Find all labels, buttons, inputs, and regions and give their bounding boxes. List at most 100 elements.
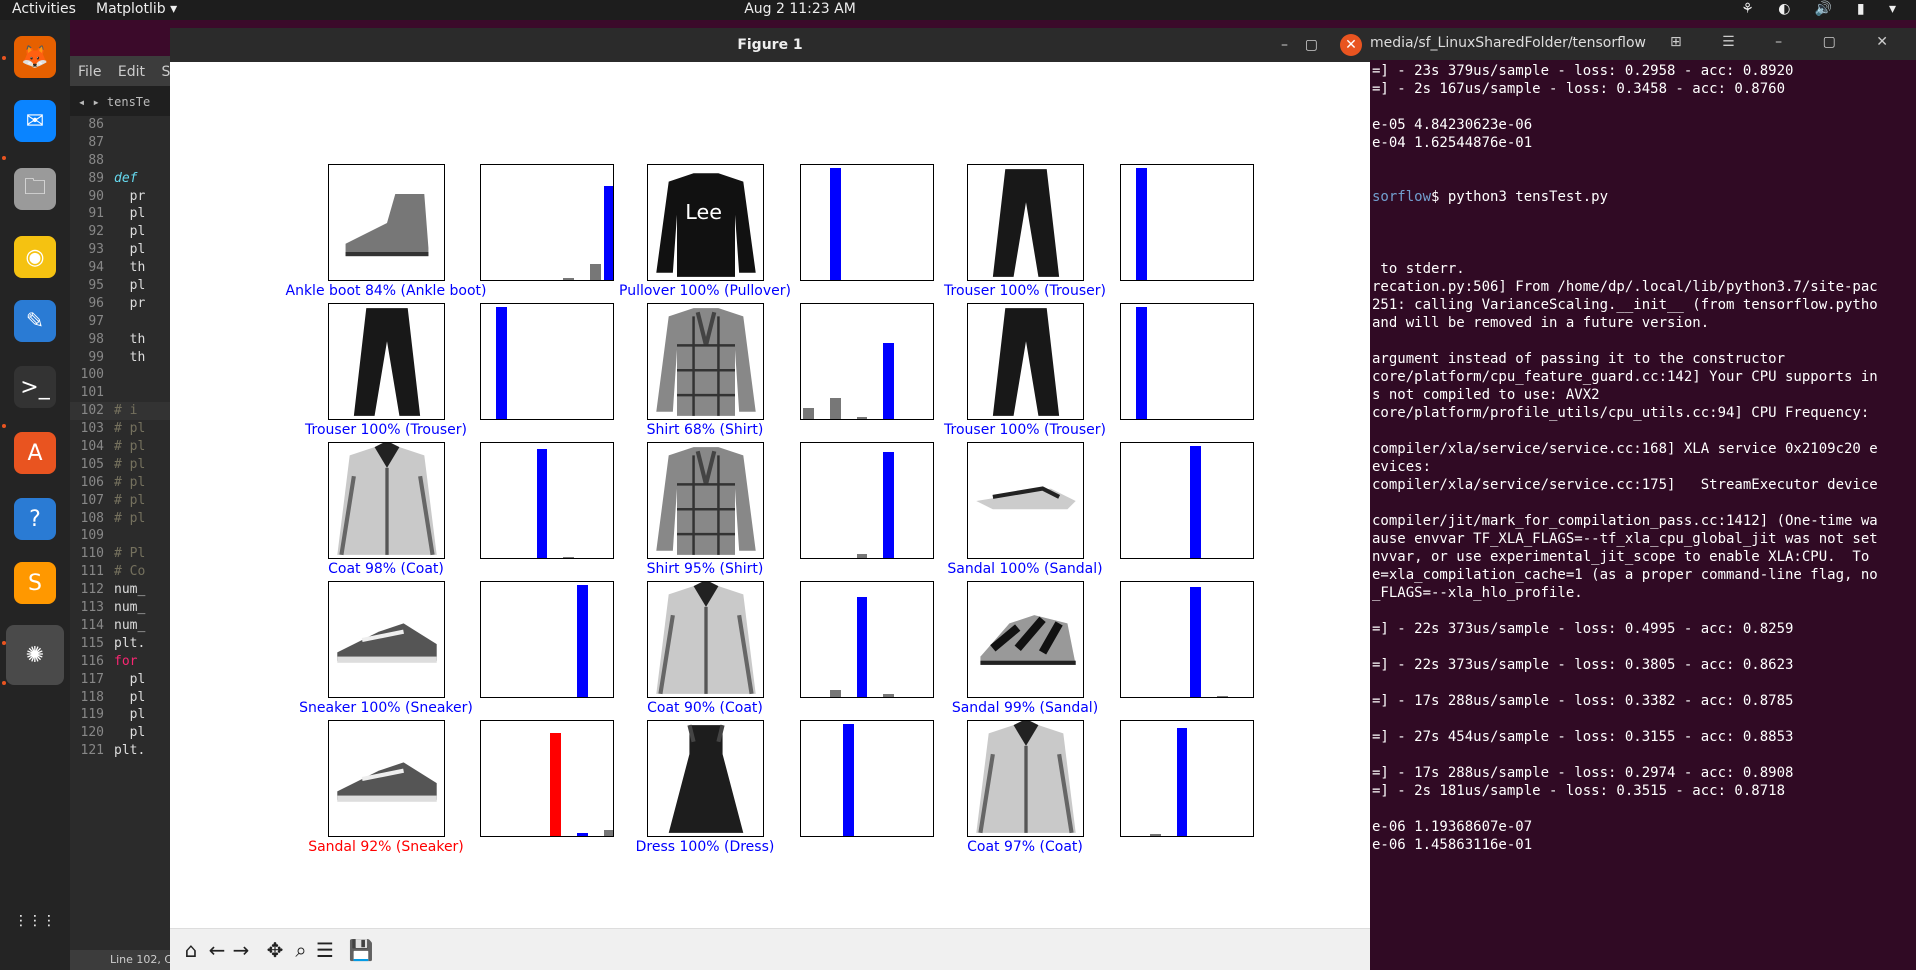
editor-menu[interactable]: File Edit S xyxy=(70,56,174,86)
code-text: # pl xyxy=(114,510,146,526)
clothing-shape xyxy=(656,173,756,277)
save-icon[interactable]: 💾 xyxy=(348,937,374,963)
line-number: 97 xyxy=(88,313,104,329)
code-line: 98 th xyxy=(70,331,174,349)
terminal-line: =] - 2s 167us/sample - loss: 0.3458 - ac… xyxy=(1372,81,1786,97)
back-icon[interactable]: ← xyxy=(204,937,230,963)
line-number: 94 xyxy=(88,260,104,276)
line-number: 103 xyxy=(80,421,104,437)
line-number: 107 xyxy=(80,492,104,508)
editor-tab[interactable]: ◂ ▸ tensTe xyxy=(70,86,174,116)
probability-bar-chart xyxy=(1120,720,1254,837)
probability-bar-chart xyxy=(800,581,934,698)
maximize-button[interactable]: ▢ xyxy=(1305,28,1318,62)
terminal-line: ause envvar TF_XLA_FLAGS=--tf_xla_cpu_gl… xyxy=(1372,531,1878,547)
terminal-window[interactable]: media/sf_LinuxSharedFolder/tensorflow ⊞ … xyxy=(1370,28,1916,970)
terminal-line: to stderr. xyxy=(1372,261,1465,277)
terminal-line: e-06 1.19368607e-07 xyxy=(1372,819,1533,835)
clothing-image xyxy=(656,447,756,555)
help-icon[interactable]: ? xyxy=(14,498,56,540)
line-number: 114 xyxy=(80,617,104,633)
terminal-line: =] - 22s 373us/sample - loss: 0.4995 - a… xyxy=(1372,621,1794,637)
home-icon[interactable]: ⌂ xyxy=(178,937,204,963)
editor-status: Line 102, C xyxy=(70,950,174,970)
code-line: 90 pr xyxy=(70,188,174,206)
rhythmbox-icon[interactable]: ◉ xyxy=(14,236,56,278)
zoom-icon[interactable]: ⌕ xyxy=(288,937,314,963)
code-text: pl xyxy=(114,671,146,687)
clothing-shape xyxy=(668,725,744,833)
code-text: pr xyxy=(114,295,146,311)
editor-window: File Edit S ◂ ▸ tensTe 86 87 88 89 def 90 pr 9… xyxy=(70,56,174,970)
code-area[interactable]: 86 87 88 89 def 90 pr 91 pl 92 pl 93 pl 94 th 95 p… xyxy=(70,116,174,760)
code-text: plt. xyxy=(114,743,146,759)
prediction-label: Ankle boot 84% (Ankle boot) xyxy=(285,283,487,299)
clothing-image xyxy=(980,615,1076,665)
close-button[interactable]: ✕ xyxy=(1340,34,1362,56)
clothing-shape xyxy=(353,308,421,416)
probability-bar xyxy=(1149,833,1161,836)
code-line: 99 th xyxy=(70,349,174,367)
line-number: 105 xyxy=(80,456,104,472)
sample-image xyxy=(328,720,445,837)
subplots-config-icon[interactable]: ☰ xyxy=(312,937,338,963)
writer-icon[interactable]: ✎ xyxy=(14,300,56,342)
probability-bar xyxy=(576,832,588,836)
terminal-line: e=xla_compilation_cache=1 (as a proper c… xyxy=(1372,567,1878,583)
clothing-image: Lee xyxy=(656,173,756,277)
code-line: 116 for xyxy=(70,653,174,671)
line-number: 96 xyxy=(88,295,104,311)
probability-bar xyxy=(1190,586,1201,697)
code-text: plt. xyxy=(114,635,146,651)
code-line: 109 xyxy=(70,527,174,545)
clothing-shape xyxy=(992,308,1060,416)
code-text: th xyxy=(114,331,146,347)
terminal-line: =] - 23s 379us/sample - loss: 0.2958 - a… xyxy=(1372,63,1794,79)
terminal-line: evices: xyxy=(1372,459,1432,475)
running-indicator xyxy=(2,56,6,60)
pan-icon[interactable]: ✥ xyxy=(262,937,288,963)
forward-icon[interactable]: → xyxy=(228,937,254,963)
code-line: 102 # i xyxy=(70,402,174,421)
clothing-image xyxy=(992,308,1060,416)
sample-image xyxy=(647,720,764,837)
thunderbird-icon[interactable]: ✉ xyxy=(14,100,56,142)
clock[interactable]: Aug 2 11:23 AM xyxy=(0,1,1600,17)
probability-bar xyxy=(603,830,613,836)
code-line: 118 pl xyxy=(70,689,174,707)
probability-bar xyxy=(1216,695,1228,697)
line-number: 121 xyxy=(80,743,104,759)
files-icon[interactable]: 🗀 xyxy=(14,168,56,210)
probability-bar xyxy=(590,264,601,280)
clothing-image xyxy=(345,194,429,257)
terminal-icon[interactable]: >_ xyxy=(14,366,56,408)
line-number: 108 xyxy=(80,510,104,526)
terminal-line: =] - 17s 288us/sample - loss: 0.2974 - a… xyxy=(1372,765,1794,781)
prediction-label: Trouser 100% (Trouser) xyxy=(305,422,467,438)
software-icon[interactable]: A xyxy=(14,432,56,474)
firefox-icon[interactable]: 🦊 xyxy=(14,36,56,78)
probability-bar xyxy=(883,693,895,697)
code-line: 121 plt. xyxy=(70,742,174,760)
clothing-image xyxy=(656,582,756,695)
line-number: 118 xyxy=(80,689,104,705)
sample-image xyxy=(967,581,1084,698)
line-number: 110 xyxy=(80,546,104,562)
system-tray[interactable]: ⚘ ◐ 🔊 ▮ ▾ xyxy=(1741,1,1906,17)
terminal-window-buttons[interactable]: ⊞ ☰ – ▢ ✕ xyxy=(1670,34,1906,50)
apps-grid-icon[interactable]: ⋮⋮⋮ xyxy=(14,900,56,942)
code-line: 115 plt. xyxy=(70,635,174,653)
probability-bar xyxy=(563,556,575,558)
code-line: 106 # pl xyxy=(70,474,174,492)
minimize-button[interactable]: – xyxy=(1281,28,1288,62)
line-number: 86 xyxy=(88,117,104,132)
sublime-icon[interactable]: S xyxy=(14,562,56,604)
probability-bar xyxy=(829,690,841,697)
figure-window: Figure 1 – ▢ ✕ Ankle boot 84% (Ankle boo… xyxy=(170,28,1370,970)
matplotlib-icon[interactable]: ✺ xyxy=(6,625,64,685)
code-line: 104 # pl xyxy=(70,438,174,456)
figure-canvas[interactable]: Ankle boot 84% (Ankle boot) Lee Pullover 1… xyxy=(170,62,1370,928)
